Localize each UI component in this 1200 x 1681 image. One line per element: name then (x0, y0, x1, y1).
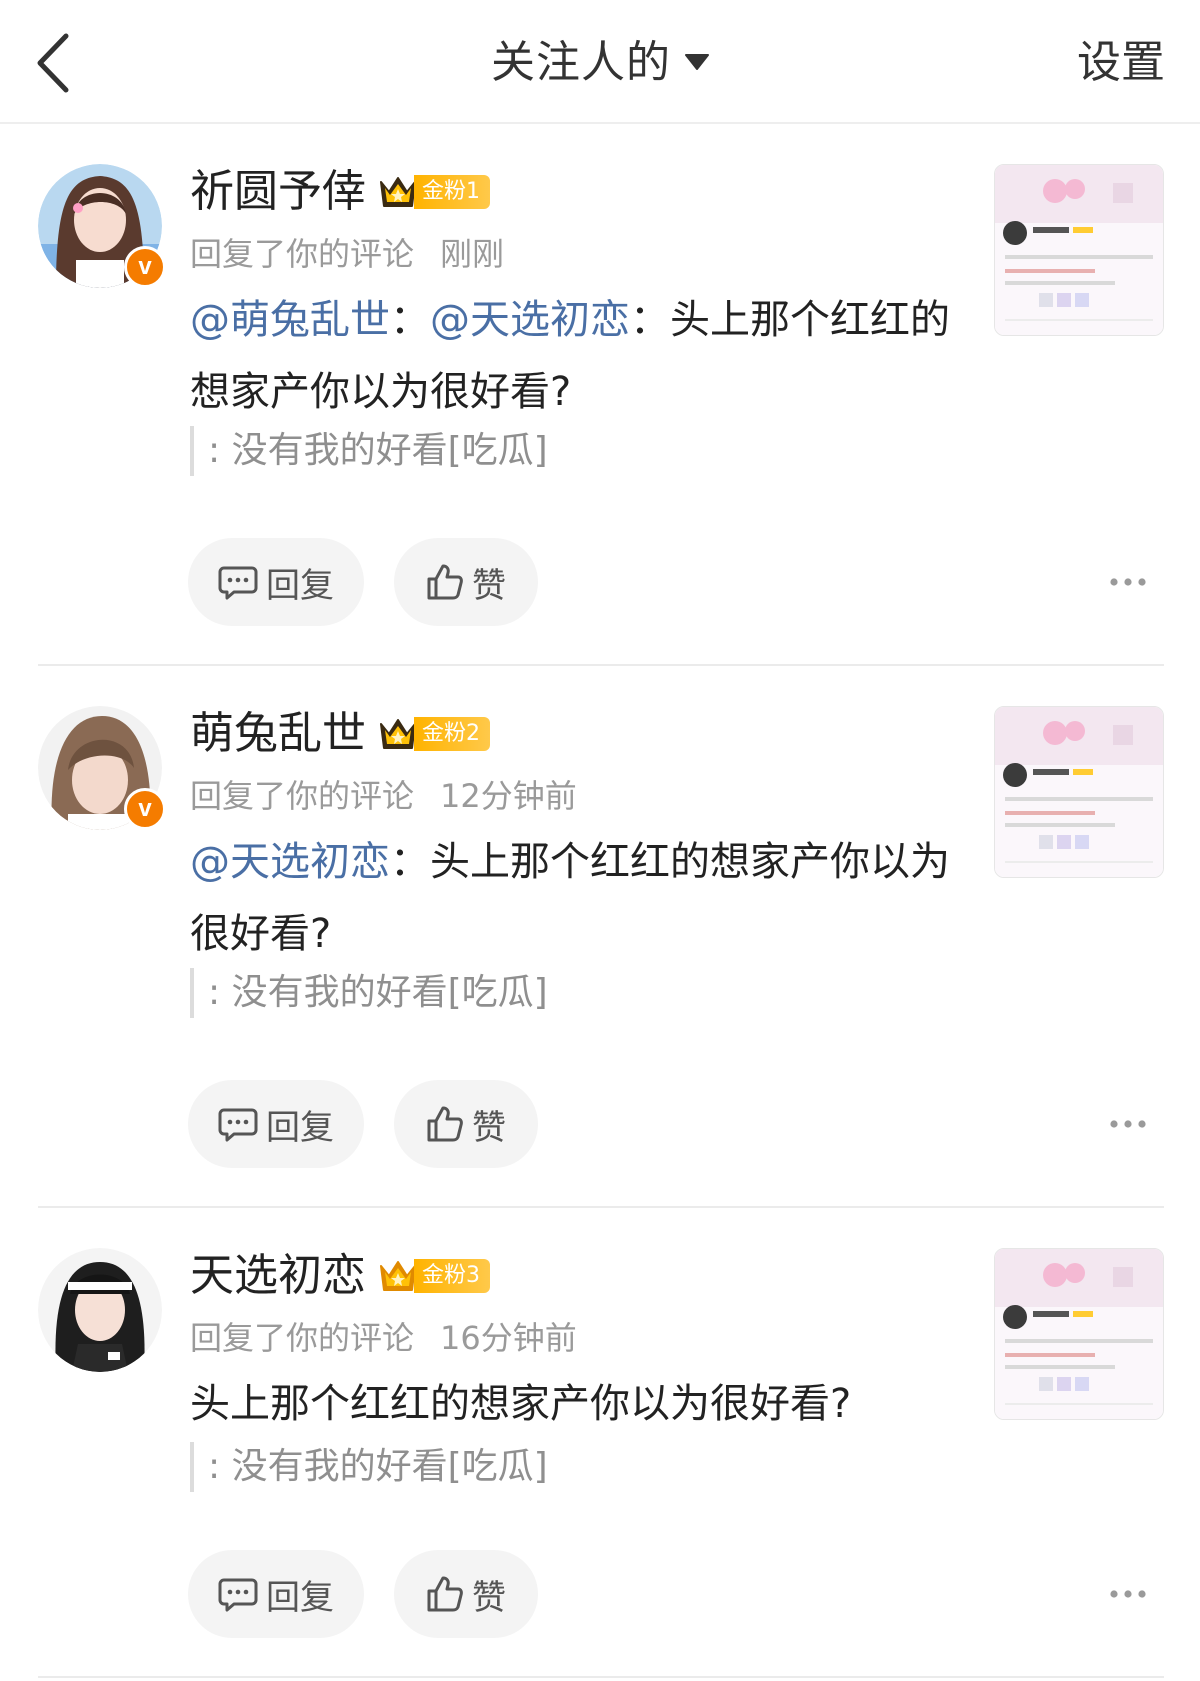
comment-text: 头上那个红红的想家产你以为很好看? (190, 1381, 852, 1427)
reply-button[interactable]: 回复 (188, 538, 364, 626)
feed-filter-dropdown[interactable]: 关注人的 (0, 35, 1200, 91)
like-button[interactable]: 赞 (394, 538, 538, 626)
comment-meta: 回复了你的评论 刚刚 (190, 232, 504, 276)
post-thumbnail[interactable] (994, 706, 1164, 878)
user-name[interactable]: 祈圆予倖 (190, 162, 366, 222)
crown-icon (380, 719, 416, 749)
comment-icon (218, 1578, 258, 1612)
comment-body: @天选初恋：头上那个红红的想家产你以为很好看? (190, 839, 950, 957)
reply-label: 回复 (266, 565, 334, 606)
comment-card: v 萌兔乱世 金粉2 回复了你的评论 12分钟前 @天选初恋：头上那个红红的想家产… (0, 666, 1200, 1206)
avatar[interactable]: v (38, 164, 166, 288)
verified-v-icon: v (124, 246, 166, 288)
avatar[interactable] (38, 1248, 162, 1372)
user-name[interactable]: 天选初恋 (190, 1246, 366, 1306)
action-text: 回复了你的评论 (190, 777, 415, 815)
settings-button[interactable]: 设置 (1077, 35, 1165, 91)
like-label: 赞 (472, 1107, 506, 1148)
fan-badge: 金粉3 (378, 1258, 490, 1294)
comment-card: 天选初恋 金粉3 回复了你的评论 16分钟前 头上那个红红的想家产你以为很好看? … (0, 1208, 1200, 1678)
more-dots-icon[interactable] (1108, 1584, 1148, 1604)
mention-link[interactable]: @萌兔乱世 (190, 297, 390, 343)
comment-body: @萌兔乱世：@天选初恋：头上那个红红的想家产你以为很好看? (190, 297, 950, 415)
action-text: 回复了你的评论 (190, 1319, 415, 1357)
fan-badge: 金粉2 (378, 716, 490, 752)
post-thumbnail[interactable] (994, 1248, 1164, 1420)
thumbs-up-icon (427, 564, 463, 600)
timestamp: 刚刚 (440, 235, 505, 273)
post-thumbnail[interactable] (994, 164, 1164, 336)
like-button[interactable]: 赞 (394, 1550, 538, 1638)
timestamp: 16分钟前 (440, 1319, 577, 1357)
thumbs-up-icon (427, 1106, 463, 1142)
reply-label: 回复 (266, 1577, 334, 1618)
user-row: 萌兔乱世 金粉2 (190, 704, 490, 764)
dropdown-caret-icon (685, 54, 709, 70)
timestamp: 12分钟前 (440, 777, 577, 815)
user-name[interactable]: 萌兔乱世 (190, 704, 366, 764)
like-label: 赞 (472, 1577, 506, 1618)
reply-button[interactable]: 回复 (188, 1550, 364, 1638)
verified-v-icon: v (124, 788, 166, 830)
avatar-image (38, 1248, 162, 1372)
fan-level-label: 金粉3 (414, 1259, 490, 1293)
avatar[interactable]: v (38, 706, 166, 830)
fan-badge: 金粉1 (378, 174, 490, 210)
comment-card: v 祈圆予倖 金粉1 回复了你的评论 刚刚 @萌兔乱世：@天选初恋：头上那个红红的… (0, 124, 1200, 664)
fan-level-label: 金粉2 (414, 717, 490, 751)
quoted-comment[interactable]: : 没有我的好看[吃瓜] (190, 968, 548, 1018)
user-row: 祈圆予倖 金粉1 (190, 162, 490, 222)
reply-label: 回复 (266, 1107, 334, 1148)
like-label: 赞 (472, 565, 506, 606)
comment-icon (218, 1108, 258, 1142)
page-title: 关注人的 (491, 37, 671, 88)
mention-link[interactable]: @天选初恋 (430, 297, 630, 343)
thumbs-up-icon (427, 1576, 463, 1612)
crown-icon (380, 1261, 416, 1291)
comment-meta: 回复了你的评论 12分钟前 (190, 774, 577, 818)
more-dots-icon[interactable] (1108, 1114, 1148, 1134)
reply-button[interactable]: 回复 (188, 1080, 364, 1168)
user-row: 天选初恋 金粉3 (190, 1246, 490, 1306)
action-text: 回复了你的评论 (190, 235, 415, 273)
divider (38, 1676, 1164, 1678)
top-bar: 关注人的 设置 (0, 0, 1200, 124)
mention-link[interactable]: @天选初恋 (190, 839, 390, 885)
quoted-comment[interactable]: : 没有我的好看[吃瓜] (190, 1442, 548, 1492)
comment-body: 头上那个红红的想家产你以为很好看? (190, 1368, 990, 1440)
fan-level-label: 金粉1 (414, 175, 490, 209)
quoted-comment[interactable]: : 没有我的好看[吃瓜] (190, 426, 548, 476)
like-button[interactable]: 赞 (394, 1080, 538, 1168)
comment-meta: 回复了你的评论 16分钟前 (190, 1316, 577, 1360)
more-dots-icon[interactable] (1108, 572, 1148, 592)
crown-icon (380, 177, 416, 207)
comment-icon (218, 566, 258, 600)
